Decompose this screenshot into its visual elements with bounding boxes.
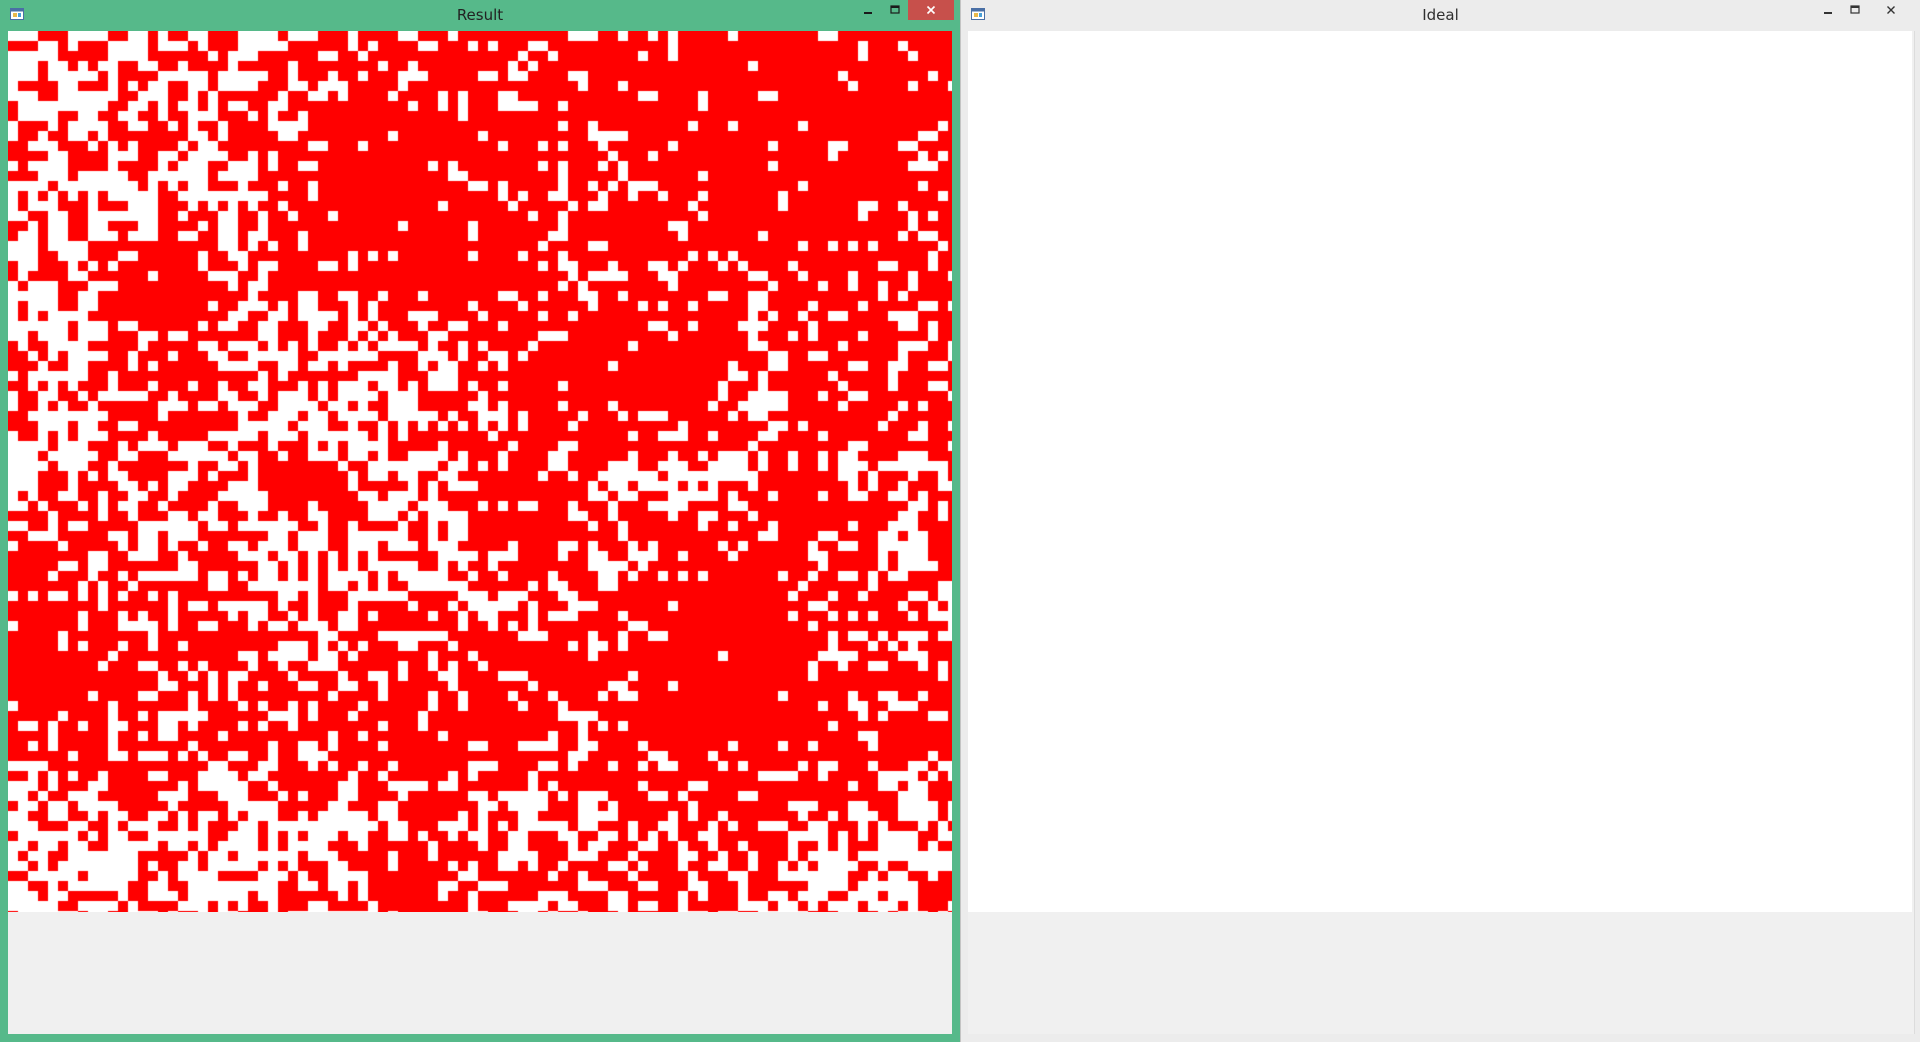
result-picturebox: [8, 31, 952, 912]
result-titlebar[interactable]: Result: [0, 0, 960, 31]
ideal-titlebar[interactable]: Ideal: [961, 0, 1920, 31]
maximize-button[interactable]: [1841, 0, 1868, 20]
ideal-window[interactable]: Ideal: [960, 0, 1920, 1042]
minimize-button[interactable]: [1814, 0, 1841, 20]
close-icon: [926, 5, 936, 15]
caption-buttons: [854, 0, 954, 22]
minimize-button[interactable]: [854, 0, 881, 20]
close-button[interactable]: [1868, 0, 1914, 20]
window-title: Ideal: [1422, 6, 1459, 24]
close-button[interactable]: [908, 0, 954, 20]
maximize-button[interactable]: [881, 0, 908, 20]
result-grid-canvas: [8, 31, 952, 912]
result-window[interactable]: Result: [0, 0, 960, 1042]
maximize-icon: [889, 5, 900, 14]
maximize-icon: [1849, 5, 1860, 14]
ideal-picturebox: [968, 31, 1912, 912]
window-title: Result: [456, 6, 504, 24]
ideal-client-area: [968, 31, 1915, 1034]
caption-buttons: [1814, 0, 1914, 22]
minimize-icon: [1823, 12, 1832, 14]
minimize-icon: [863, 12, 872, 14]
close-icon: [1887, 6, 1895, 14]
result-client-area: [8, 31, 952, 1034]
